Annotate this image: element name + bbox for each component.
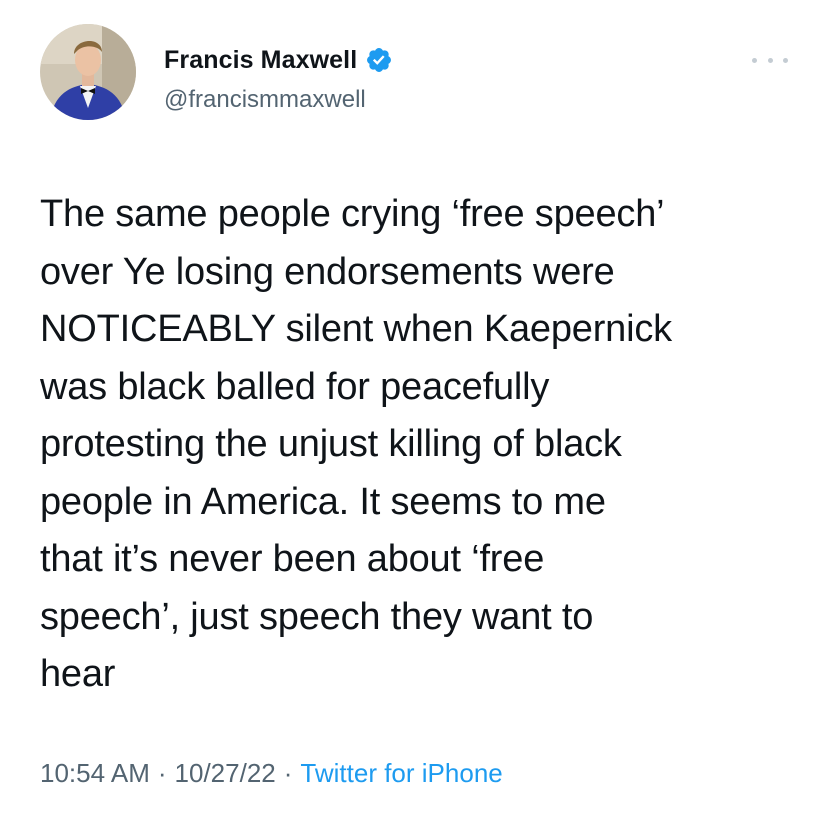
tweet-source-link[interactable]: Twitter for iPhone: [300, 758, 502, 789]
separator: ·: [157, 758, 167, 788]
verified-badge-icon: [365, 46, 393, 74]
author-name-row: Francis Maxwell: [164, 44, 393, 76]
author-handle[interactable]: @francismmaxwell: [164, 86, 366, 114]
dot: [783, 57, 788, 63]
tweet-text: The same people crying ‘free speech’ ove…: [40, 193, 672, 695]
dot: [752, 57, 757, 63]
dot: [767, 57, 773, 63]
tweet-metadata: 10:54 AM · 10/27/22 · Twitter for iPhone: [40, 758, 503, 789]
tweet-date[interactable]: 10/27/22: [175, 758, 276, 789]
profile-photo: [40, 24, 136, 120]
more-horizontal-icon[interactable]: [752, 50, 788, 70]
display-name[interactable]: Francis Maxwell: [164, 46, 357, 75]
separator: ·: [283, 758, 293, 788]
avatar[interactable]: [40, 24, 136, 120]
tweet-time[interactable]: 10:54 AM: [40, 758, 150, 789]
